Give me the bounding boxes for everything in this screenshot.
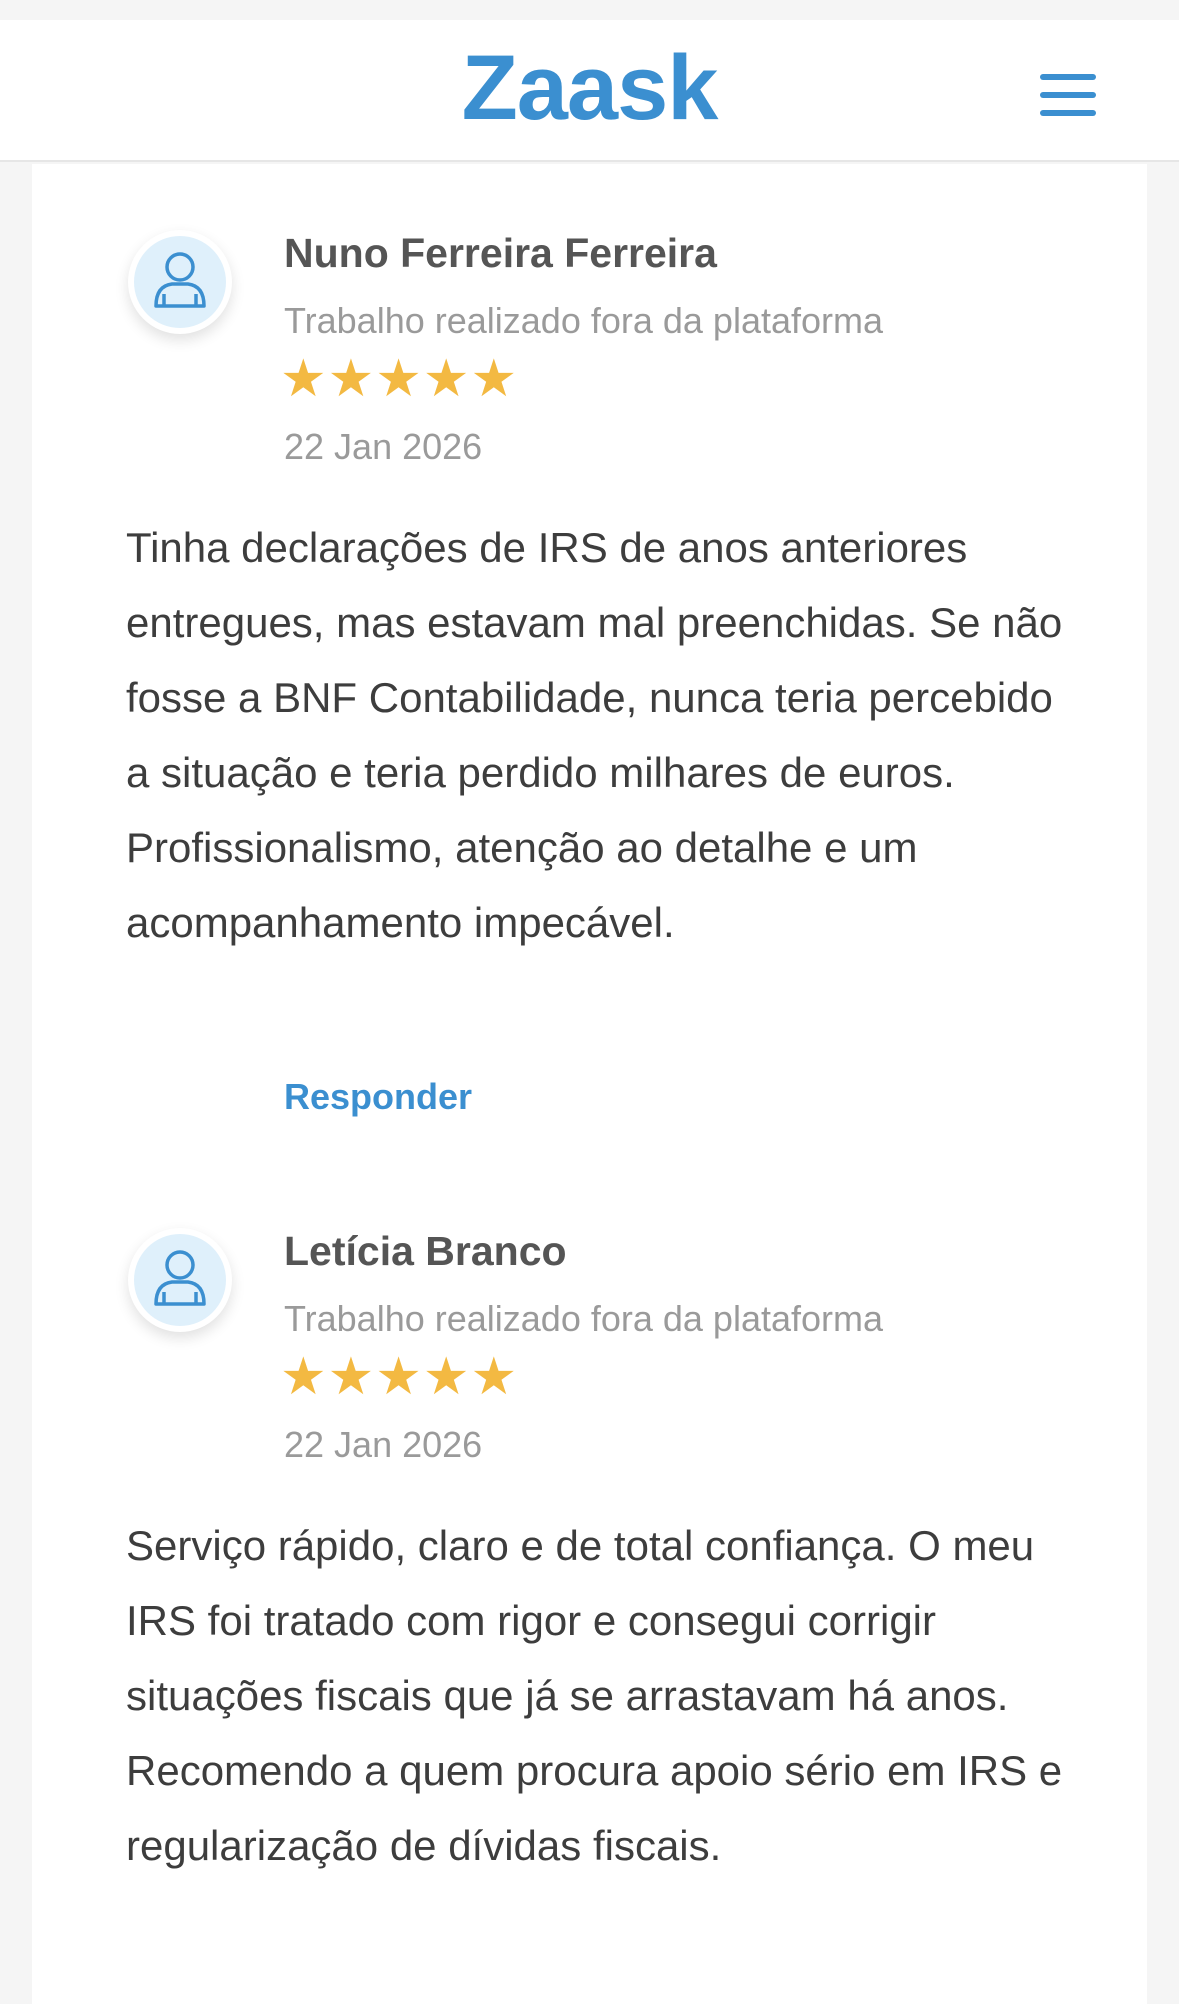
review-date: 22 Jan 2026 <box>284 426 483 467</box>
star-icon: ★ <box>327 1348 375 1406</box>
star-icon: ★ <box>327 350 375 408</box>
zaask-logo[interactable]: Zaask <box>0 42 1179 134</box>
star-icon: ★ <box>375 350 422 408</box>
reviewer-name: Nuno Ferreira Ferreira <box>284 230 717 276</box>
star-icon: ★ <box>280 350 327 408</box>
top-header: Zaask <box>0 20 1179 162</box>
user-avatar-icon <box>128 1228 232 1332</box>
hamburger-menu-icon[interactable] <box>1032 68 1102 124</box>
star-icon: ★ <box>375 1348 422 1406</box>
review-text: Tinha declarações de IRS de anos anterio… <box>126 524 1063 946</box>
reviewer-name: Letícia Branco <box>284 1228 567 1274</box>
star-rating: ★★★★★ <box>280 1348 518 1406</box>
review-text: Serviço rápido, claro e de total confian… <box>126 1522 1063 1869</box>
star-icon: ★ <box>470 350 518 408</box>
star-icon: ★ <box>422 1348 470 1406</box>
review-source: Trabalho realizado fora da plataforma <box>284 1298 884 1339</box>
star-icon: ★ <box>470 1348 518 1406</box>
star-icon: ★ <box>280 1348 327 1406</box>
star-icon: ★ <box>422 350 470 408</box>
reply-link[interactable]: Responder <box>284 1076 472 1118</box>
user-avatar-icon <box>128 230 232 334</box>
review-date: 22 Jan 2026 <box>284 1424 483 1465</box>
reviews-card: Nuno Ferreira Ferreira Trabalho realizad… <box>32 164 1147 2004</box>
star-rating: ★★★★★ <box>280 350 518 408</box>
review-source: Trabalho realizado fora da plataforma <box>284 300 884 341</box>
